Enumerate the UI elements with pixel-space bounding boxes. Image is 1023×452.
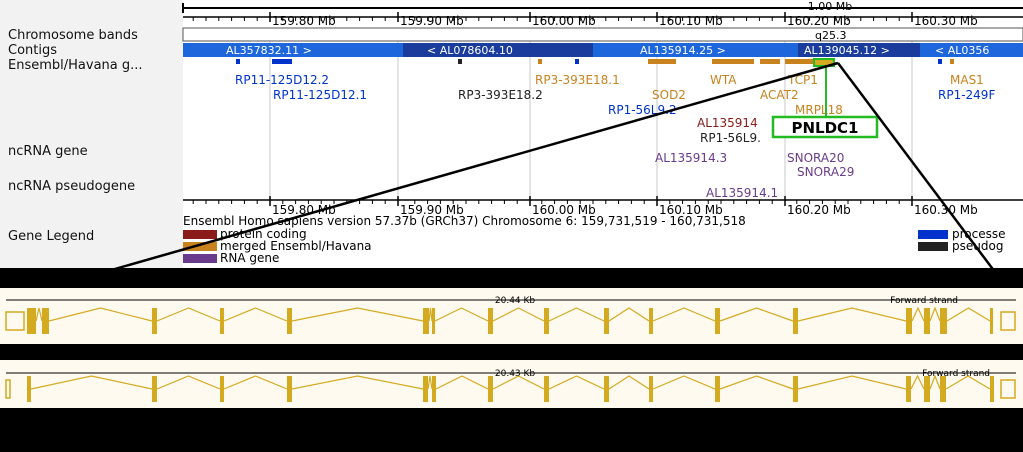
track-label-ncrna-pseudogene: ncRNA pseudogene [8, 179, 135, 194]
gene-label: RP3-393E18.1 [535, 73, 620, 87]
exon [924, 376, 930, 402]
legend-swatch-merged [183, 242, 217, 251]
transcript-panel-2: 20.43 Kb Forward strand [0, 360, 1023, 408]
exon [649, 308, 653, 334]
gene-block [538, 59, 542, 64]
strand-label: Forward strand [922, 369, 990, 379]
band-label: q25.3 [815, 29, 846, 42]
genome-browser-figure: 1.00 Mb 159.80 Mb 159.90 Mb 160.00 Mb 160.1… [0, 0, 1023, 408]
legend-swatch-pseudogene [918, 242, 948, 251]
legend-swatch-processed [918, 230, 948, 239]
contig-label-5: < AL0356 [935, 44, 989, 57]
gene-block [938, 59, 942, 64]
transcript-length-label: 20.44 Kb [495, 296, 536, 306]
contig-label-4: AL139045.12 > [804, 44, 890, 57]
tick-label: 160.20 Mb [787, 203, 851, 217]
gene-block [712, 59, 754, 64]
tick-label: 159.80 Mb [272, 14, 336, 28]
transcript-panel-1: 20.44 Kb Forward strand [0, 288, 1023, 344]
track-label-gene-legend: Gene Legend [8, 229, 94, 244]
gene-label: WTA [710, 73, 737, 87]
scale-span-label: 1.00 Mb [808, 0, 852, 13]
exon [544, 308, 549, 334]
gene-label: MRPL18 [795, 103, 843, 117]
exon [432, 376, 436, 402]
legend-swatch-protein-coding [183, 230, 217, 239]
gene-label: RP1-56L9. [700, 131, 761, 145]
gene-label: AL135914.3 [655, 151, 727, 165]
gene-label: RP11-125D12.2 [235, 73, 329, 87]
exon [715, 376, 720, 402]
exon [990, 376, 994, 402]
contig-label-2: < AL078604.10 [427, 44, 513, 57]
exon [27, 308, 36, 334]
pnldc1-label: PNLDC1 [791, 119, 858, 137]
gene-block [785, 59, 813, 64]
exon [220, 376, 224, 402]
legend-label-rna-gene: RNA gene [220, 251, 279, 265]
exon [488, 308, 493, 334]
track-label-chromosome-bands: Chromosome bands [8, 28, 138, 43]
exon [152, 376, 157, 402]
tick-label: 160.30 Mb [914, 14, 978, 28]
gene-block [236, 59, 240, 64]
track-label-ncrna-gene: ncRNA gene [8, 144, 88, 159]
exon [940, 308, 947, 334]
strand-label: Forward strand [890, 296, 958, 306]
exon [793, 376, 798, 402]
gene-label: SNORA29 [797, 165, 854, 179]
contig-track: AL357832.11 > < AL078604.10 AL135914.25 … [183, 43, 1023, 57]
exon [604, 376, 609, 402]
exon [544, 376, 549, 402]
contig-label-3: AL135914.25 > [640, 44, 726, 57]
exon [287, 308, 292, 334]
gene-label: AL135914 [697, 116, 758, 130]
gene-label: RP11-125D12.1 [273, 88, 367, 102]
exon [906, 308, 912, 334]
exon [715, 308, 720, 334]
exon [649, 376, 653, 402]
exon [423, 308, 429, 334]
gene-label: AL135914.1 [706, 186, 778, 200]
gene-block [648, 59, 676, 64]
gene-block [760, 59, 780, 64]
exon [793, 308, 798, 334]
exon [488, 376, 493, 402]
exon [990, 308, 993, 334]
exon [27, 376, 31, 402]
gene-label: ACAT2 [760, 88, 799, 102]
exon [423, 376, 428, 402]
gene-label: SOD2 [652, 88, 686, 102]
gene-block [272, 59, 292, 64]
exon [287, 376, 292, 402]
track-label-contigs: Contigs [8, 43, 57, 58]
track-label-ensembl: Ensembl/Havana g... [8, 58, 143, 73]
exon [432, 308, 435, 334]
gene-block [950, 59, 954, 64]
tick-label: 160.10 Mb [659, 14, 723, 28]
exon [906, 376, 911, 402]
gene-block [575, 59, 579, 64]
legend-swatch-rna-gene [183, 254, 217, 263]
gene-label: RP1-56L9.2 [608, 103, 677, 117]
chromosome-band [182, 27, 1023, 42]
gene-label: RP3-393E18.2 [458, 88, 543, 102]
exon [152, 308, 157, 334]
contig-label-1: AL357832.11 > [226, 44, 312, 57]
exon [604, 308, 609, 334]
exon [940, 376, 946, 402]
gene-label: SNORA20 [787, 151, 844, 165]
exon [924, 308, 930, 334]
gene-label: RP1-249F [938, 88, 995, 102]
exon [42, 308, 49, 334]
gene-block [458, 59, 462, 64]
tick-label: 159.90 Mb [400, 14, 464, 28]
exon [220, 308, 224, 334]
gene-label: MAS1 [950, 73, 984, 87]
